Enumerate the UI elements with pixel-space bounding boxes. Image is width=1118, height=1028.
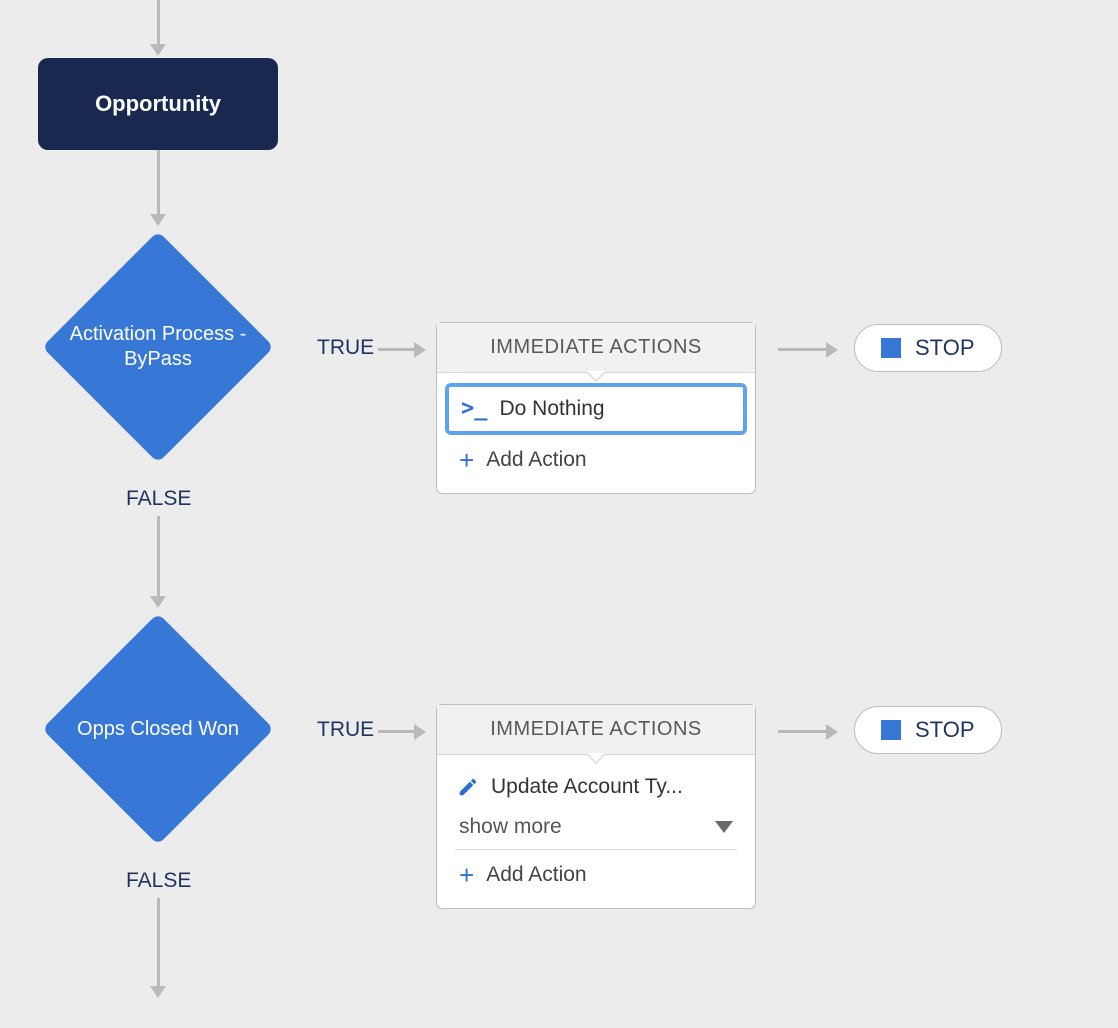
decision-node-opps-closed-won[interactable]: Opps Closed Won: [43, 614, 273, 844]
action-item-label: Do Nothing: [500, 397, 605, 421]
object-node-label: Opportunity: [95, 91, 221, 117]
arrowhead-right-icon: [826, 342, 838, 358]
connector-arrow: [157, 898, 160, 986]
edge-label-false: FALSE: [126, 869, 191, 893]
arrowhead-down-icon: [150, 44, 166, 56]
stop-icon: [881, 720, 901, 740]
decision-label: Opps Closed Won: [77, 717, 239, 742]
edge-label-true: TRUE: [317, 336, 374, 360]
stop-label: STOP: [915, 335, 975, 361]
stop-pill[interactable]: STOP: [854, 324, 1002, 372]
action-item-label: Update Account Ty...: [491, 775, 683, 799]
actions-panel: IMMEDIATE ACTIONS Update Account Ty... s…: [436, 704, 756, 909]
actions-body: Update Account Ty... show more + Add Act…: [437, 755, 755, 908]
edge-label-false: FALSE: [126, 487, 191, 511]
arrowhead-right-icon: [826, 724, 838, 740]
connector-arrow: [378, 348, 414, 351]
connector-arrow: [778, 730, 826, 733]
connector-arrow: [157, 516, 160, 596]
add-action-button[interactable]: + Add Action: [445, 850, 747, 902]
add-action-label: Add Action: [486, 863, 586, 887]
arrowhead-down-icon: [150, 986, 166, 998]
connector-arrow: [157, 0, 160, 44]
edge-label-true: TRUE: [317, 718, 374, 742]
stop-icon: [881, 338, 901, 358]
add-action-button[interactable]: + Add Action: [445, 435, 747, 487]
show-more-toggle[interactable]: show more: [445, 809, 747, 849]
show-more-label: show more: [459, 815, 562, 839]
plus-icon: +: [459, 447, 474, 473]
plus-icon: +: [459, 862, 474, 888]
object-node-opportunity[interactable]: Opportunity: [38, 58, 278, 150]
arrowhead-down-icon: [150, 596, 166, 608]
apex-icon: >_: [461, 398, 488, 420]
process-canvas: Opportunity Activation Process - ByPass …: [0, 0, 1118, 1028]
add-action-label: Add Action: [486, 448, 586, 472]
actions-header: IMMEDIATE ACTIONS: [437, 705, 755, 755]
connector-arrow: [778, 348, 826, 351]
arrowhead-down-icon: [150, 214, 166, 226]
pencil-icon: [457, 776, 479, 798]
actions-panel: IMMEDIATE ACTIONS >_ Do Nothing + Add Ac…: [436, 322, 756, 494]
connector-arrow: [157, 150, 160, 214]
decision-label: Activation Process - ByPass: [63, 322, 253, 372]
stop-label: STOP: [915, 717, 975, 743]
arrowhead-right-icon: [414, 342, 426, 358]
stop-pill[interactable]: STOP: [854, 706, 1002, 754]
arrowhead-right-icon: [414, 724, 426, 740]
connector-arrow: [378, 730, 414, 733]
action-item-do-nothing[interactable]: >_ Do Nothing: [445, 383, 747, 435]
actions-header: IMMEDIATE ACTIONS: [437, 323, 755, 373]
chevron-down-icon: [715, 821, 733, 833]
actions-body: >_ Do Nothing + Add Action: [437, 373, 755, 493]
decision-node-activation-bypass[interactable]: Activation Process - ByPass: [43, 232, 273, 462]
action-item-update-account[interactable]: Update Account Ty...: [445, 765, 747, 809]
